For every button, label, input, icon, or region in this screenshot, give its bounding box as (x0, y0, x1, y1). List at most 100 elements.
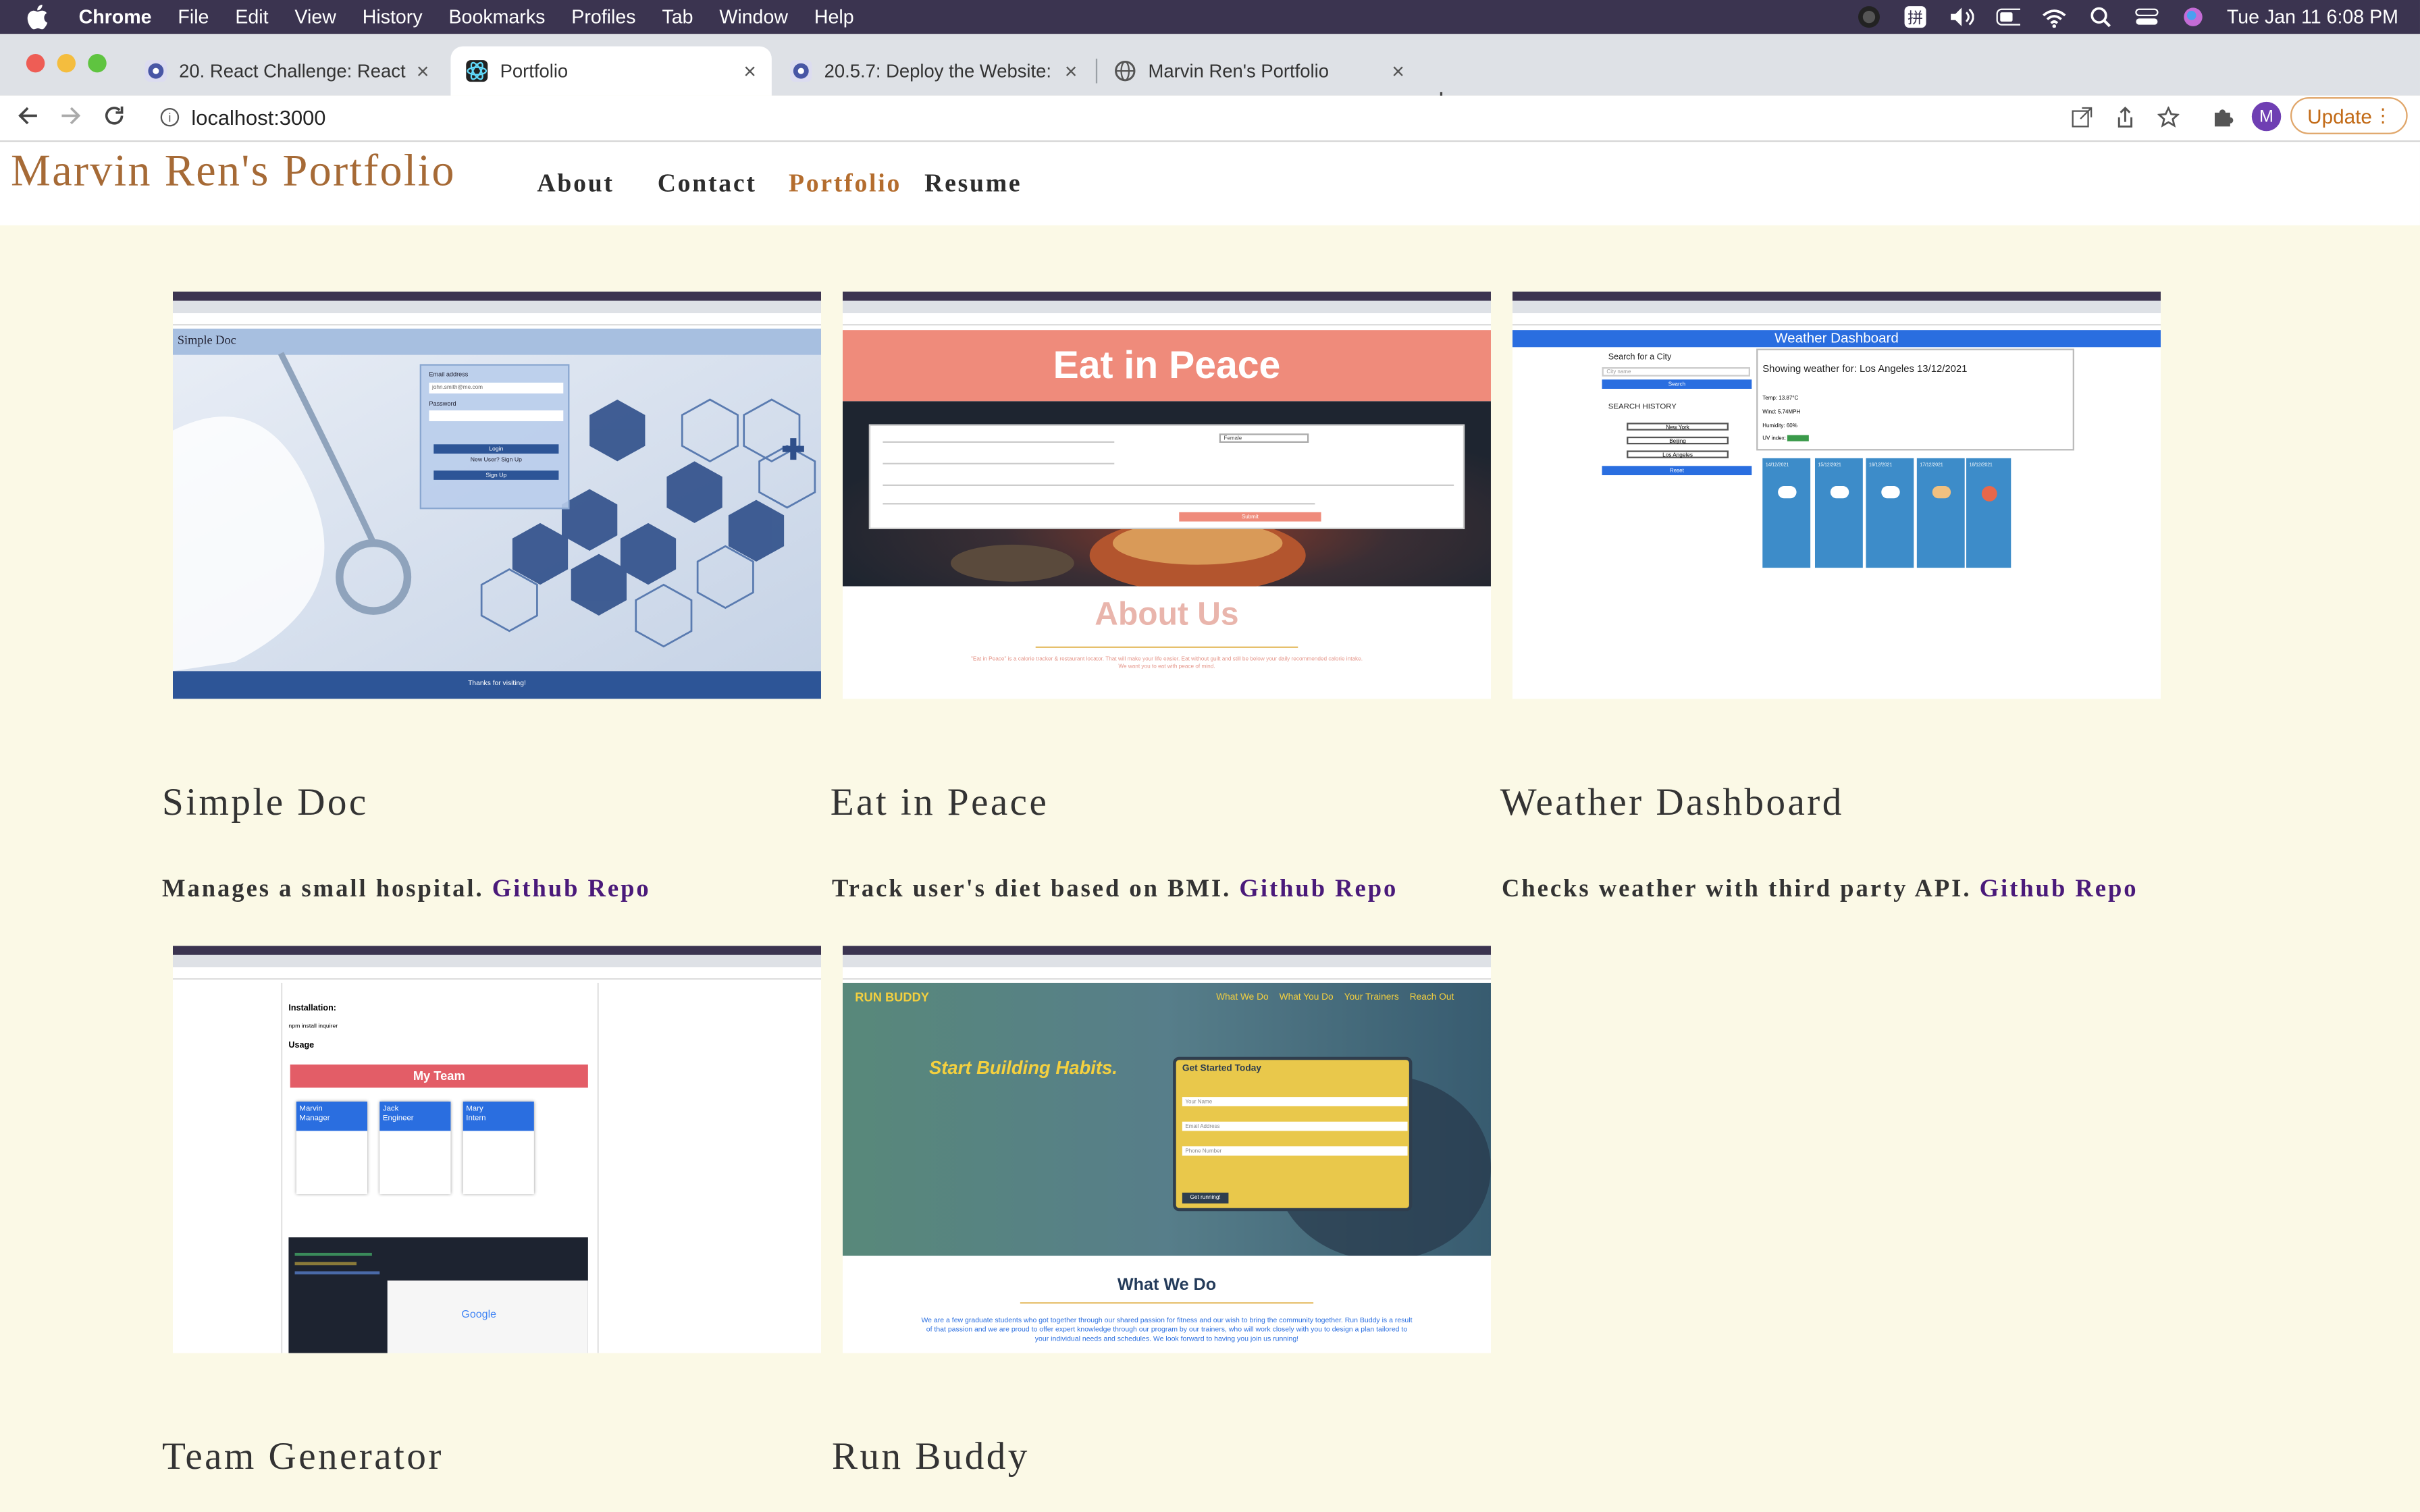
tab-marvin-portfolio[interactable]: Marvin Ren's Portfolio × (1099, 47, 1419, 96)
thumb-submit-button: Submit (1179, 512, 1321, 522)
thumb-cta-button: Get running! (1182, 1192, 1229, 1204)
menu-tab[interactable]: Tab (662, 6, 693, 28)
screen: Chrome File Edit View History Bookmarks … (0, 0, 2420, 1512)
thumb-showing-text: Showing weather for: Los Angeles 13/12/2… (1762, 364, 1968, 375)
thumb-member-role: Engineer (382, 1114, 414, 1123)
apple-icon[interactable] (26, 4, 51, 30)
thumb-run-section-heading: What We Do (1117, 1276, 1217, 1295)
open-in-app-icon[interactable] (2071, 107, 2093, 128)
forward-arrow-icon[interactable] (60, 105, 82, 132)
thumb-forecast-card: 14/12/2021 (1762, 458, 1811, 568)
thumb-temp: Temp: 13.87°C (1762, 395, 1799, 402)
thumb-team-banner: My Team (290, 1064, 588, 1088)
project-screenshot-simple-doc[interactable]: Simple Doc Email address john.smith@me.c… (172, 291, 821, 699)
bookmark-star-icon[interactable] (2157, 105, 2180, 128)
thumb-member-name: Mary (466, 1104, 483, 1114)
bootcamp-favicon-icon (790, 60, 812, 82)
thumb-forecast-card: 17/12/2021 (1916, 458, 1965, 568)
thumb-uv: UV index: (1762, 435, 1810, 441)
volume-icon[interactable] (1949, 6, 1974, 28)
tab-react-challenge[interactable]: 20. React Challenge: React Por × (130, 47, 444, 96)
input-method-icon[interactable]: 拼 (1903, 6, 1928, 28)
nav-contact[interactable]: Contact (658, 168, 757, 199)
project-screenshot-team-generator[interactable]: Installation: npm install inquirer Usage… (172, 946, 821, 1353)
project-desc-simple-doc: Manages a small hospital. Github Repo (162, 876, 651, 904)
extensions-puzzle-icon[interactable] (2211, 107, 2234, 128)
tab-title: 20.5.7: Deploy the Website: Bo (824, 60, 1055, 82)
thumb-about-text: "Eat in Peace" is a calorie tracker & re… (970, 655, 1363, 670)
github-repo-link[interactable]: Github Repo (492, 876, 651, 902)
battery-icon[interactable] (1995, 6, 2020, 28)
more-menu-icon[interactable]: ⋮ (2373, 105, 2392, 126)
thumb-current-weather: Showing weather for: Los Angeles 13/12/2… (1756, 348, 2074, 451)
menu-window[interactable]: Window (719, 6, 788, 28)
share-icon[interactable] (2114, 106, 2136, 128)
thumb-run-nav-item: What We Do (1216, 993, 1269, 1003)
project-desc-weather-dashboard: Checks weather with third party API. Git… (1502, 876, 2138, 904)
menu-history[interactable]: History (363, 6, 423, 28)
menu-help[interactable]: Help (814, 6, 854, 28)
project-desc-text: Checks weather with third party API. (1501, 876, 1972, 903)
close-tab-icon[interactable]: × (417, 59, 429, 84)
project-screenshot-eat-in-peace[interactable]: Eat in Peace Female Submit About Us "Eat… (842, 291, 1491, 699)
thumb-about-heading: About Us (1095, 597, 1239, 633)
tab-portfolio[interactable]: Portfolio × (450, 46, 772, 96)
tab-deploy-website[interactable]: 20.5.7: Deploy the Website: Bo × (774, 47, 1093, 96)
site-title[interactable]: Marvin Ren's Portfolio (11, 146, 456, 197)
github-repo-link[interactable]: Github Repo (1980, 876, 2138, 902)
siri-icon[interactable] (2180, 6, 2205, 28)
profile-avatar[interactable]: M (2251, 101, 2282, 132)
update-label: Update (2307, 104, 2372, 128)
menu-clock[interactable]: Tue Jan 11 6:08 PM (2227, 6, 2398, 28)
siri-status-icon[interactable] (1856, 6, 1881, 28)
site-info-icon[interactable]: i (160, 107, 180, 127)
thumb-email-input: Email Address (1182, 1121, 1408, 1131)
close-tab-icon[interactable]: × (1065, 59, 1078, 84)
close-tab-icon[interactable]: × (743, 59, 756, 84)
thumb-humidity: Humidity: 60% (1762, 423, 1797, 429)
menu-edit[interactable]: Edit (235, 6, 268, 28)
address-bar[interactable]: i localhost:3000 (148, 97, 2201, 137)
close-window-button[interactable] (26, 53, 45, 73)
thumb-signup-prompt: New User? Sign Up (470, 456, 522, 463)
thumb-member-card: Mary Intern (463, 1101, 534, 1195)
back-arrow-icon[interactable] (17, 105, 38, 132)
project-screenshot-run-buddy[interactable]: RUN BUDDY What We Do What You Do Your Tr… (842, 946, 1491, 1353)
thumb-usage-heading: Usage (288, 1041, 315, 1051)
project-screenshot-weather-dashboard[interactable]: Weather Dashboard Search for a City City… (1512, 291, 2161, 699)
reload-icon[interactable] (103, 105, 125, 132)
thumb-uv-label: UV index: (1762, 435, 1786, 441)
thumb-bmi-form: Female Submit (868, 424, 1465, 529)
thumb-name-input: Your Name (1182, 1097, 1408, 1106)
thumb-forecast-date: 14/12/2021 (1765, 461, 1789, 468)
menu-bookmarks[interactable]: Bookmarks (448, 6, 545, 28)
thumb-hero-title: Eat in Peace (1053, 344, 1281, 387)
menu-file[interactable]: File (178, 6, 209, 28)
menu-profiles[interactable]: Profiles (571, 6, 635, 28)
menu-app-name[interactable]: Chrome (79, 6, 152, 28)
thumb-reset-button: Reset (1602, 466, 1752, 475)
thumb-run-nav: What We Do What You Do Your Trainers Rea… (1216, 994, 1454, 1003)
thumb-run-nav-item: What You Do (1279, 993, 1334, 1003)
menu-view[interactable]: View (294, 6, 336, 28)
thumb-password-field (429, 410, 564, 421)
control-center-icon[interactable] (2134, 6, 2159, 28)
nav-about[interactable]: About (537, 168, 614, 199)
thumb-wind: Wind: 5.74MPH (1762, 408, 1801, 415)
thumb-email-label: Email address (429, 370, 469, 378)
thumb-weather-header: Weather Dashboard (1512, 330, 2161, 348)
wifi-icon[interactable] (2042, 6, 2067, 28)
nav-portfolio[interactable]: Portfolio (789, 168, 901, 199)
update-button[interactable]: Update ⋮ (2290, 97, 2408, 134)
github-repo-link[interactable]: Github Repo (1239, 876, 1398, 902)
thumb-forecast-card: 15/12/2021 (1814, 458, 1863, 568)
thumb-forecast-date: 16/12/2021 (1868, 461, 1893, 468)
maximize-window-button[interactable] (88, 53, 107, 73)
close-tab-icon[interactable]: × (1392, 59, 1404, 84)
thumb-footer: Thanks for visiting! (468, 678, 526, 687)
nav-resume[interactable]: Resume (924, 168, 1022, 199)
thumb-search-button: Search (1602, 379, 1752, 389)
minimize-window-button[interactable] (57, 53, 76, 73)
thumb-history-item: Los Angeles (1627, 450, 1729, 458)
spotlight-search-icon[interactable] (2088, 6, 2113, 28)
